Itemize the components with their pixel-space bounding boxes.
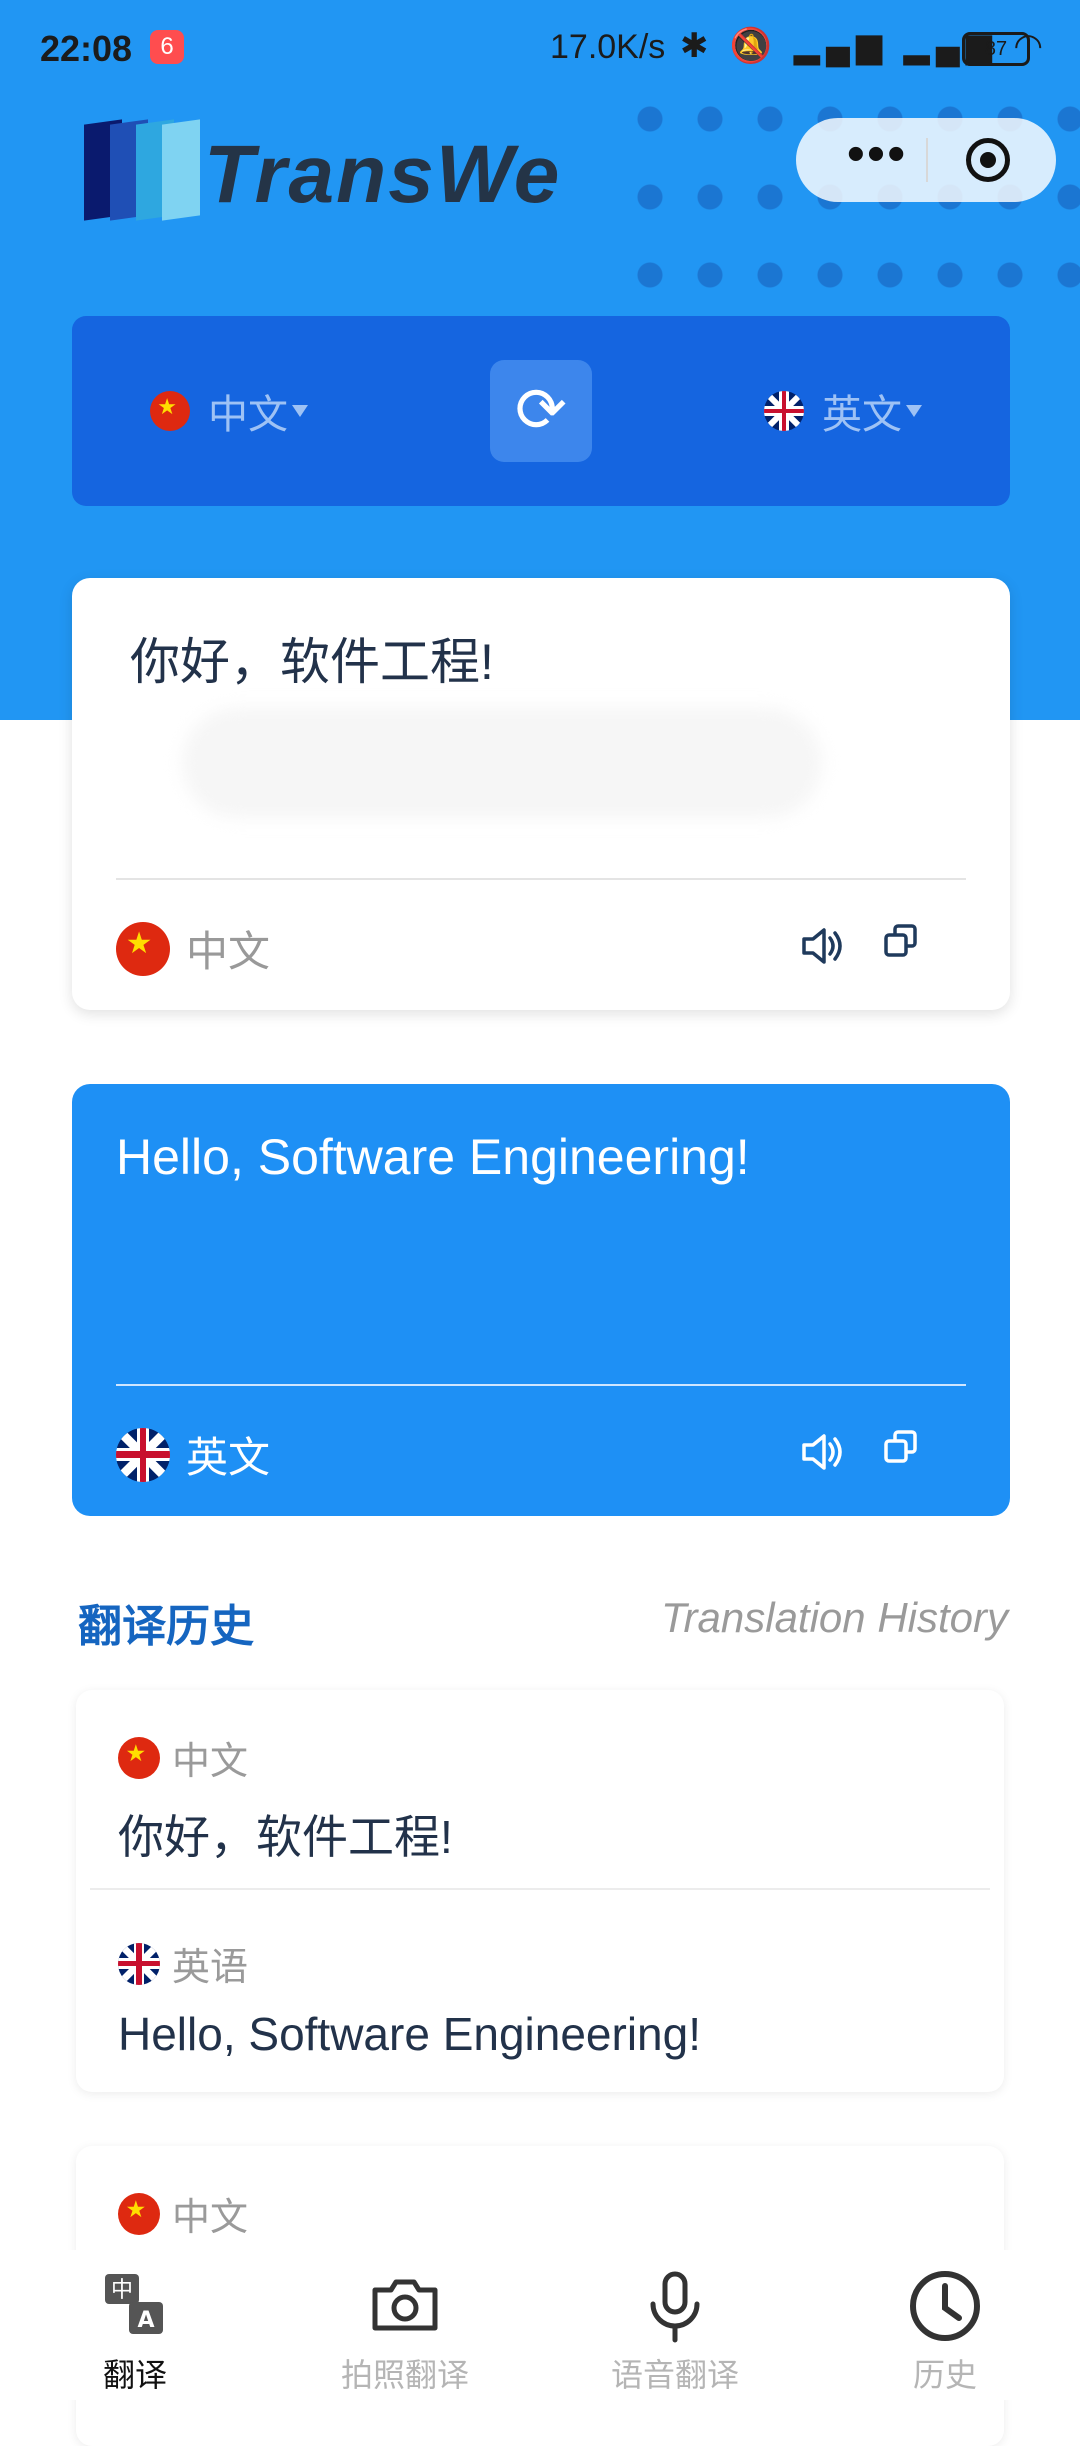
speaker-icon[interactable] [798, 922, 846, 970]
source-card-language: 中文 [116, 918, 270, 979]
tab-photo-translate-label: 拍照翻译 [340, 2357, 469, 2393]
clock-icon [907, 2268, 983, 2344]
history-title: 翻译历史 [78, 1602, 254, 1651]
card-divider [116, 1384, 966, 1386]
target-language-select[interactable]: 英文 [764, 376, 922, 446]
svg-text:A: A [137, 2308, 154, 2333]
speaker-icon[interactable] [798, 1428, 846, 1476]
chevron-down-icon [292, 405, 308, 417]
tab-translate-label: 翻译 [102, 2357, 167, 2393]
target-language-label: 英文 [822, 393, 902, 437]
history-target-row: 英语 Hello, Software Engineering! [118, 1936, 701, 2061]
translation-result-card: Hello, Software Engineering! 英文 [72, 1084, 1010, 1516]
history-subtitle: Translation History [661, 1594, 1008, 1641]
target-card-actions [798, 1428, 930, 1476]
app-logo: TransWe [84, 118, 559, 228]
china-flag-icon [116, 921, 170, 976]
battery-icon: 87 [962, 32, 1030, 66]
status-bar: 22:08 6 17.0K/s ✱ 🔕 ▂▄▆ ▂▄▆ ◠ 87 [0, 0, 1080, 96]
mini-program-capsule: ••• [796, 118, 1056, 202]
history-target-lang: 英语 [118, 1936, 701, 1991]
history-item[interactable]: 中文 你好，软件工程! 英语 Hello, Software Engineeri… [76, 1690, 1004, 2092]
status-time: 22:08 [40, 28, 133, 69]
history-source-text: 你好，软件工程! [118, 1811, 453, 1863]
source-text-card[interactable]: 你好，软件工程! 中文 [72, 578, 1010, 1010]
redacted-area [182, 708, 822, 818]
tab-history-label: 历史 [912, 2357, 977, 2393]
translate-icon: 中 A [97, 2268, 173, 2344]
svg-text:中: 中 [111, 2278, 133, 2303]
microphone-icon [637, 2268, 713, 2344]
history-source-lang-label: 中文 [172, 1741, 249, 1783]
source-card-actions [798, 922, 930, 970]
uk-flag-icon [116, 1427, 170, 1482]
close-miniprogram-icon[interactable] [966, 138, 1010, 182]
china-flag-icon [118, 1736, 160, 1779]
china-flag-icon [118, 2192, 160, 2235]
history-source-lang-label: 中文 [172, 2197, 249, 2239]
more-options-icon[interactable]: ••• [832, 128, 922, 184]
uk-flag-icon [118, 1942, 160, 1985]
source-language-label: 中文 [208, 393, 288, 437]
history-source-row: 中文 [118, 2186, 248, 2241]
source-text-input[interactable]: 你好，软件工程! [130, 622, 494, 694]
tab-photo-translate[interactable]: 拍照翻译 [305, 2268, 505, 2396]
tab-translate[interactable]: 中 A 翻译 [35, 2268, 235, 2396]
tab-voice-translate-label: 语音翻译 [610, 2357, 739, 2393]
target-card-language-label: 英文 [186, 1434, 271, 1481]
china-flag-icon [150, 391, 190, 431]
language-selector-bar: 中文 ⟳ 英文 [72, 316, 1010, 506]
source-language-select[interactable]: 中文 [150, 376, 308, 446]
history-source-lang: 中文 [118, 1730, 453, 1785]
swap-languages-button[interactable]: ⟳ [490, 360, 592, 462]
tab-voice-translate[interactable]: 语音翻译 [575, 2268, 775, 2396]
notification-icon: 6 [150, 30, 184, 64]
capsule-divider [926, 138, 928, 182]
target-card-language: 英文 [116, 1424, 270, 1485]
app-brand-name: TransWe [204, 129, 562, 220]
source-card-language-label: 中文 [186, 928, 271, 975]
translated-text: Hello, Software Engineering! [116, 1129, 750, 1185]
bottom-tab-bar: 中 A 翻译 拍照翻译 语音翻译 历史 [0, 2250, 1080, 2400]
history-source-row: 中文 你好，软件工程! [118, 1730, 453, 1867]
card-divider [116, 878, 966, 880]
copy-icon[interactable] [882, 1428, 930, 1476]
tab-history[interactable]: 历史 [845, 2268, 1045, 2396]
history-divider [90, 1888, 990, 1890]
camera-icon [367, 2268, 443, 2344]
chevron-down-icon [906, 405, 922, 417]
history-source-lang: 中文 [118, 2186, 248, 2241]
network-speed: 17.0K/s [550, 28, 666, 66]
history-target-text: Hello, Software Engineering! [118, 2008, 701, 2060]
copy-icon[interactable] [882, 922, 930, 970]
history-target-lang-label: 英语 [172, 1947, 249, 1989]
uk-flag-icon [764, 391, 804, 431]
